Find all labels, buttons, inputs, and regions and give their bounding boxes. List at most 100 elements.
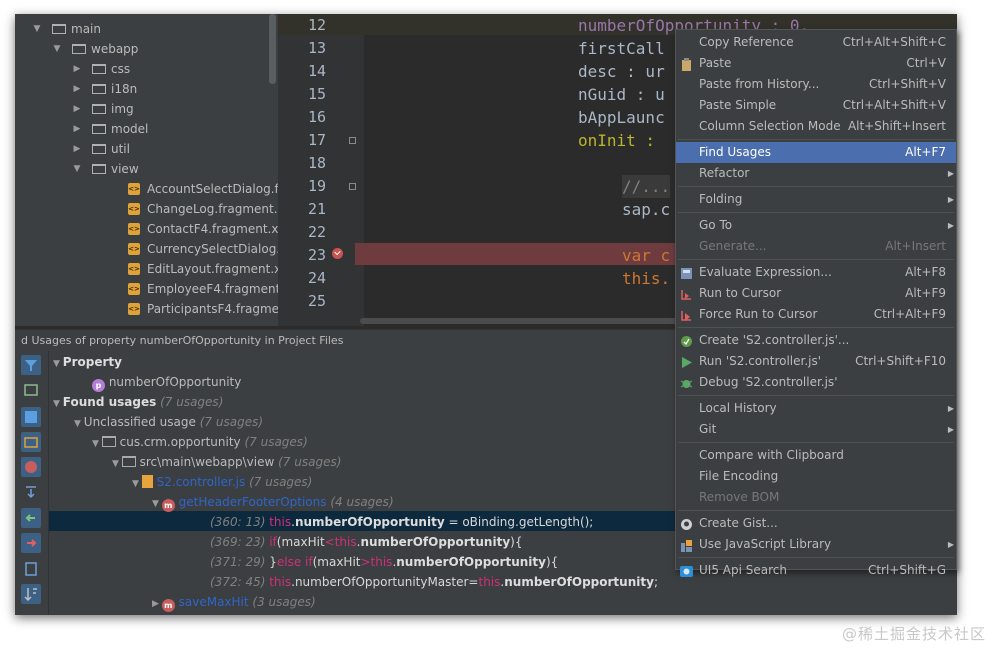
- collapsed-arrow-icon[interactable]: ▶: [71, 59, 83, 79]
- preview-icon[interactable]: [21, 559, 41, 579]
- expanded-arrow-icon[interactable]: ▼: [51, 39, 63, 59]
- tree-item[interactable]: ▼ webapp: [15, 39, 278, 59]
- usage-code-fragment: >this: [360, 555, 393, 569]
- tree-item[interactable]: ▶ css: [15, 59, 278, 79]
- folder-icon: [92, 64, 106, 74]
- project-tree[interactable]: ▼ main ▼ webapp ▶ css ▶ i18n ▶ img ▶ model ▶ util ▼ vie…: [15, 14, 278, 326]
- tree-item[interactable]: ▶ model: [15, 119, 278, 139]
- submenu-arrow-icon: ▶: [947, 425, 954, 434]
- tree-node-method[interactable]: ▼ m getHeaderFooterOptions (4 usages): [152, 492, 394, 512]
- breakpoint-icon[interactable]: [332, 248, 343, 259]
- usage-code-fragment: numberOfOpportunity: [294, 515, 445, 529]
- menu-item-debug-s2-controller-js[interactable]: Debug 'S2.controller.js': [676, 372, 956, 393]
- usage-code-fragment: else if: [276, 555, 313, 569]
- menu-item-label: File Encoding: [699, 469, 779, 483]
- next-occurrence-icon[interactable]: [21, 533, 41, 553]
- fold-marker-icon[interactable]: [349, 183, 356, 190]
- menu-item-compare-with-clipboard[interactable]: Compare with Clipboard: [676, 445, 956, 466]
- code-line[interactable]: //...: [622, 175, 671, 198]
- group-by-package-icon[interactable]: [21, 432, 41, 452]
- tree-node-unclassified[interactable]: ▼ Unclassified usage (7 usages): [74, 412, 263, 432]
- group-by-module-icon[interactable]: [21, 380, 41, 400]
- code-line[interactable]: sap.c: [622, 198, 670, 221]
- tree-item[interactable]: ▼ view: [15, 159, 278, 179]
- tree-item[interactable]: <> CurrencySelectDialog.frag: [15, 239, 278, 259]
- menu-item-local-history[interactable]: Local History ▶: [676, 398, 956, 419]
- tree-item[interactable]: <> ParticipantsF4.fragment.x: [15, 299, 278, 319]
- collapsed-arrow-icon[interactable]: ▶: [71, 139, 83, 159]
- tree-node-found-usages[interactable]: ▼ Found usages (7 usages): [53, 392, 223, 412]
- editor-horizontal-scrollbar[interactable]: [360, 318, 690, 324]
- menu-item-refactor[interactable]: Refactor ▶: [676, 163, 956, 184]
- usage-row[interactable]: (369: 23) if(maxHit<this.numberOfOpportu…: [210, 532, 522, 552]
- tree-item[interactable]: <> ChangeLog.fragment.xml: [15, 199, 278, 219]
- code-line[interactable]: var c: [622, 244, 670, 267]
- menu-item-paste-simple[interactable]: Paste Simple Ctrl+Alt+Shift+V: [676, 95, 956, 116]
- menu-item-run-s2-controller-js[interactable]: Run 'S2.controller.js' Ctrl+Shift+F10: [676, 351, 956, 372]
- code-line[interactable]: onInit :: [578, 129, 655, 152]
- property-node[interactable]: p numberOfOpportunity: [92, 372, 241, 392]
- menu-item-label: Paste: [699, 56, 732, 70]
- sort-icon[interactable]: [21, 584, 41, 604]
- menu-item-file-encoding[interactable]: File Encoding: [676, 466, 956, 487]
- usage-code-fragment: (maxHit: [312, 555, 361, 569]
- code-line[interactable]: this.: [622, 267, 670, 290]
- menu-item-create-gist[interactable]: Create Gist...: [676, 513, 956, 534]
- menu-item-run-to-cursor[interactable]: Run to Cursor Alt+F9: [676, 283, 956, 304]
- menu-item-copy-reference[interactable]: Copy Reference Ctrl+Alt+Shift+C: [676, 32, 956, 53]
- expanded-arrow-icon[interactable]: ▼: [71, 159, 83, 179]
- tree-item[interactable]: <> AccountSelectDialog.frag: [15, 179, 278, 199]
- menu-item-folding[interactable]: Folding ▶: [676, 189, 956, 210]
- menu-separator: [678, 395, 954, 396]
- previous-occurrence-icon[interactable]: [21, 508, 41, 528]
- code-line[interactable]: nGuid : u: [578, 83, 665, 106]
- tree-item[interactable]: ▶ i18n: [15, 79, 278, 99]
- tree-node-method[interactable]: ▶ m saveMaxHit (3 usages): [152, 592, 316, 612]
- collapsed-arrow-icon[interactable]: ▶: [71, 119, 83, 139]
- tree-item[interactable]: ▶ img: [15, 99, 278, 119]
- usage-count: (7 usages): [278, 455, 342, 469]
- menu-item-paste-from-history[interactable]: Paste from History... Ctrl+Shift+V: [676, 74, 956, 95]
- menu-item-git[interactable]: Git ▶: [676, 419, 956, 440]
- code-line[interactable]: firstCall: [578, 37, 665, 60]
- xml-file-icon: <>: [128, 263, 140, 275]
- menu-item-find-usages[interactable]: Find Usages Alt+F7: [676, 142, 956, 163]
- menu-item-use-javascript-library[interactable]: Use JavaScript Library ▶: [676, 534, 956, 555]
- collapsed-arrow-icon[interactable]: ▶: [71, 99, 83, 119]
- tree-node-package[interactable]: ▼ cus.crm.opportunity (7 usages): [92, 432, 308, 452]
- menu-item-ui5-api-search[interactable]: UI5 Api Search Ctrl+Shift+G: [676, 560, 956, 581]
- usage-row[interactable]: (371: 29) }else if(maxHit>this.numberOfO…: [210, 552, 558, 572]
- group-by-method-icon[interactable]: [21, 457, 41, 477]
- tree-item[interactable]: <> EditLayout.fragment.xml: [15, 259, 278, 279]
- filter-icon[interactable]: [21, 355, 41, 375]
- editor-context-menu[interactable]: Copy Reference Ctrl+Alt+Shift+C Paste Ctrl+…: [675, 29, 957, 577]
- menu-item-column-selection-mode[interactable]: Column Selection Mode Alt+Shift+Insert: [676, 116, 956, 137]
- menu-item-paste[interactable]: Paste Ctrl+V: [676, 53, 956, 74]
- menu-item-evaluate-expression[interactable]: Evaluate Expression... Alt+F8: [676, 262, 956, 283]
- line-number: 15: [307, 85, 326, 103]
- group-by-type-icon[interactable]: [21, 407, 41, 427]
- fold-marker-icon[interactable]: [349, 137, 356, 144]
- menu-item-label: Paste Simple: [699, 98, 777, 112]
- tree-scrollbar[interactable]: [269, 14, 276, 84]
- tree-item[interactable]: <> ContactF4.fragment.xml: [15, 219, 278, 239]
- tree-node-file[interactable]: ▼ S2.controller.js (7 usages): [132, 472, 312, 492]
- tree-node-property[interactable]: ▼ Property: [53, 352, 122, 372]
- tree-item[interactable]: ▼ main: [15, 19, 278, 39]
- code-line[interactable]: desc : ur: [578, 60, 665, 83]
- usage-row[interactable]: (372: 45) this.numberOfOpportunityMaster…: [210, 572, 658, 592]
- expand-all-icon[interactable]: [21, 482, 41, 502]
- menu-item-label: Debug 'S2.controller.js': [699, 375, 838, 389]
- menu-item-go-to[interactable]: Go To ▶: [676, 215, 956, 236]
- tree-node-directory[interactable]: ▼ src\main\webapp\view (7 usages): [112, 452, 341, 472]
- tree-item-label: CurrencySelectDialog.frag: [147, 242, 278, 256]
- code-line[interactable]: bAppLaunc: [578, 106, 665, 129]
- tree-item[interactable]: <> EmployeeF4.fragment.xm: [15, 279, 278, 299]
- usage-location: (369: 23): [210, 535, 270, 549]
- menu-item-force-run-to-cursor[interactable]: Force Run to Cursor Ctrl+Alt+F9: [676, 304, 956, 325]
- expanded-arrow-icon[interactable]: ▼: [31, 19, 43, 39]
- collapsed-arrow-icon[interactable]: ▶: [71, 79, 83, 99]
- tree-item[interactable]: ▶ util: [15, 139, 278, 159]
- menu-item-create-s2-controller-js[interactable]: Create 'S2.controller.js'...: [676, 330, 956, 351]
- usage-row[interactable]: (360: 13) this.numberOfOpportunity = oBi…: [210, 512, 593, 532]
